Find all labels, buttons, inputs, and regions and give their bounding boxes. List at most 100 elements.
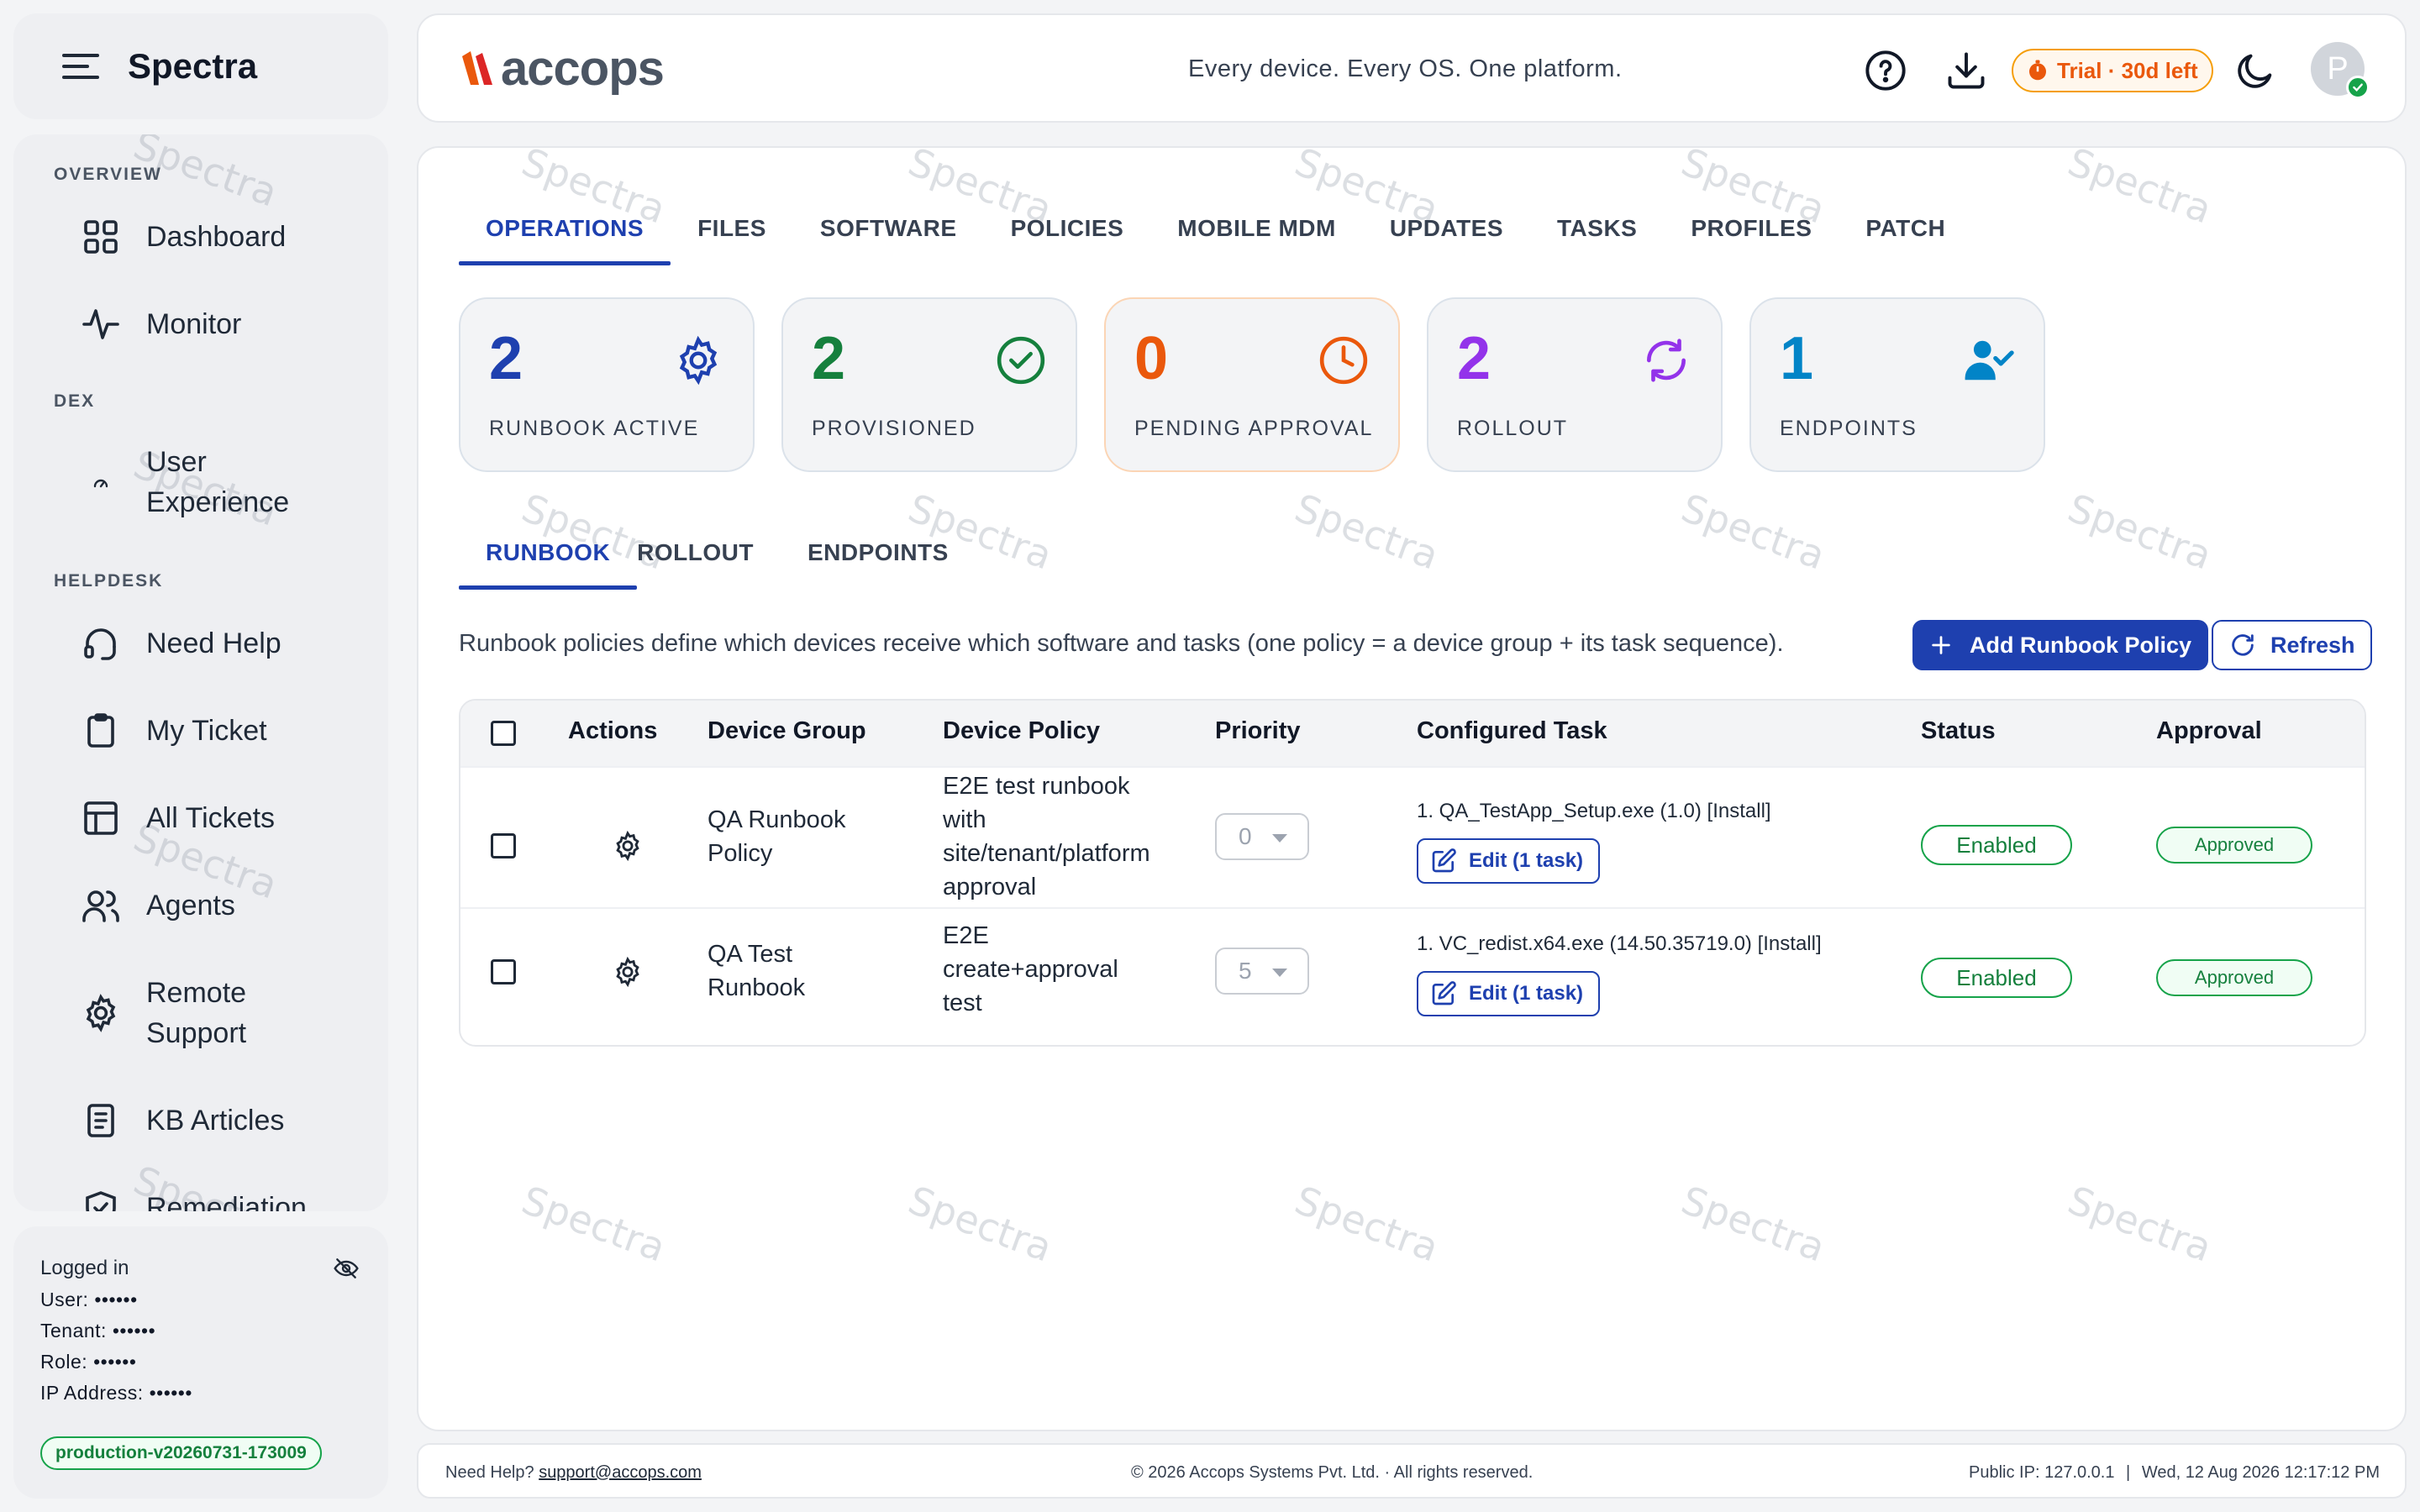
priority-select[interactable]: 5: [1215, 948, 1309, 995]
sidebar-item-my-ticket[interactable]: My Ticket: [81, 711, 267, 751]
hamburger-menu-icon[interactable]: [62, 54, 99, 79]
trial-badge[interactable]: Trial · 30d left: [2012, 49, 2213, 92]
sidebar-item-label: Monitor: [146, 308, 242, 340]
tab-files[interactable]: FILES: [671, 212, 793, 265]
col-status: Status: [1921, 717, 1996, 744]
device-group-cell: QA Runbook Policy: [708, 803, 845, 870]
refresh-button[interactable]: Refresh: [2212, 620, 2372, 670]
login-user: User: ••••••: [40, 1289, 138, 1310]
logo-mark-icon: [462, 50, 492, 85]
select-all-checkbox[interactable]: [491, 721, 516, 746]
stat-card-endpoints[interactable]: 1 ENDPOINTS: [1749, 297, 2045, 472]
table-icon: [81, 798, 121, 838]
tab-policies[interactable]: POLICIES: [984, 212, 1151, 265]
headset-icon: [81, 623, 121, 664]
subtab-endpoints[interactable]: ENDPOINTS: [781, 536, 976, 590]
cell-line: E2E: [943, 922, 989, 949]
tab-tasks[interactable]: TASKS: [1530, 212, 1664, 265]
eye-off-icon[interactable]: [333, 1255, 360, 1282]
trial-label: Trial · 30d left: [2057, 57, 2198, 83]
clock-icon: [1319, 336, 1368, 385]
check-circle-icon: [997, 336, 1045, 385]
watermark: Spectra: [2062, 146, 2218, 233]
stat-value: 0: [1134, 325, 1169, 392]
tab-profiles[interactable]: PROFILES: [1664, 212, 1839, 265]
stat-value: 2: [812, 325, 846, 392]
sidebar-item-user-experience[interactable]: User Experience: [81, 442, 289, 522]
sync-icon: [1647, 339, 1686, 382]
table-row: QA Test Runbook E2E create+approval test…: [460, 907, 2365, 1045]
subtab-rollout[interactable]: ROLLOUT: [637, 536, 781, 590]
avatar-initial: P: [2327, 50, 2349, 87]
support-email-link[interactable]: support@accops.com: [539, 1463, 702, 1482]
tab-software[interactable]: SOFTWARE: [793, 212, 984, 265]
footer-help: Need Help? support@accops.com: [445, 1463, 702, 1483]
sidebar-item-label: KB Articles: [146, 1105, 285, 1137]
stat-card-rollout[interactable]: 2 ROLLOUT: [1427, 297, 1723, 472]
table-header: Actions Device Group Device Policy Prior…: [460, 701, 2365, 766]
sidebar-item-label: Dashboard: [146, 221, 287, 253]
watermark: Spectra: [902, 1177, 1059, 1271]
button-label: Refresh: [2270, 632, 2355, 658]
row-actions-gear-icon[interactable]: [612, 956, 644, 988]
cell-line: with: [943, 806, 986, 833]
row-actions-gear-icon[interactable]: [612, 830, 644, 862]
watermark: Spectra: [2062, 485, 2218, 579]
stopwatch-icon: [2029, 60, 2046, 81]
main-panel: Spectra Spectra Spectra Spectra Spectra …: [417, 146, 2407, 1431]
col-approval: Approval: [2156, 717, 2262, 744]
cell-line: E2E test runbook: [943, 773, 1130, 800]
stat-card-pending-approval[interactable]: 0 PENDING APPROVAL: [1104, 297, 1400, 472]
priority-select[interactable]: 0: [1215, 813, 1309, 860]
avatar[interactable]: P: [2311, 42, 2370, 99]
row-checkbox[interactable]: [491, 833, 516, 858]
download-icon[interactable]: [1944, 49, 1988, 92]
sidebar-item-monitor[interactable]: Monitor: [81, 304, 241, 344]
stat-label: RUNBOOK ACTIVE: [489, 417, 700, 440]
gauge-icon: [81, 462, 121, 502]
subtab-runbook[interactable]: RUNBOOK: [459, 536, 638, 590]
sidebar-item-all-tickets[interactable]: All Tickets: [81, 798, 275, 838]
sidebar-item-remediation[interactable]: Remediation: [81, 1188, 307, 1211]
copyright: © 2026 Accops Systems Pvt. Ltd. · All ri…: [1131, 1463, 1534, 1482]
sidebar-item-remote-support[interactable]: Remote Support: [81, 973, 246, 1053]
button-label: Edit (1 task): [1469, 849, 1584, 872]
sidebar-item-need-help[interactable]: Need Help: [81, 623, 281, 664]
tagline: Every device. Every OS. One platform.: [1188, 55, 1623, 82]
edit-task-button[interactable]: Edit (1 task): [1417, 838, 1601, 884]
section-dex: DEX: [54, 391, 96, 411]
brand-name: Spectra: [128, 46, 258, 86]
col-device-policy: Device Policy: [943, 717, 1100, 744]
cell-line: test: [943, 990, 982, 1016]
stat-value: 2: [1457, 325, 1491, 392]
sidebar-item-dashboard[interactable]: Dashboard: [81, 217, 286, 257]
cell-line: create+approval: [943, 956, 1118, 983]
sub-tabs: RUNBOOK ROLLOUT ENDPOINTS: [459, 536, 976, 593]
tab-mobile-mdm[interactable]: MOBILE MDM: [1150, 212, 1363, 265]
sidebar-item-label: All Tickets: [146, 802, 276, 834]
tab-patch[interactable]: PATCH: [1839, 212, 1972, 265]
sidebar-item-kb-articles[interactable]: KB Articles: [81, 1100, 284, 1141]
dashboard-icon: [81, 217, 121, 257]
stat-label: PENDING APPROVAL: [1134, 417, 1374, 440]
activity-icon: [81, 304, 121, 344]
tab-updates[interactable]: UPDATES: [1363, 212, 1530, 265]
stat-card-runbook-active[interactable]: 2 RUNBOOK ACTIVE: [459, 297, 755, 472]
stat-label: PROVISIONED: [812, 417, 976, 440]
stat-card-provisioned[interactable]: 2 PROVISIONED: [781, 297, 1077, 472]
row-checkbox[interactable]: [491, 959, 516, 984]
gear-icon: [679, 335, 718, 386]
sidebar-item-label: User Experience: [146, 442, 289, 522]
help-icon[interactable]: [1864, 49, 1907, 92]
add-runbook-policy-button[interactable]: Add Runbook Policy: [1912, 620, 2209, 670]
edit-task-button[interactable]: Edit (1 task): [1417, 971, 1601, 1016]
sidebar-item-agents[interactable]: Agents: [81, 885, 235, 926]
stat-label: ROLLOUT: [1457, 417, 1569, 440]
watermark: Spectra: [1676, 485, 1832, 579]
main-tabs: OPERATIONS FILES SOFTWARE POLICIES MOBIL…: [459, 212, 1972, 265]
moon-icon[interactable]: [2233, 49, 2277, 92]
version-badge: production-v20260731-173009: [40, 1436, 322, 1470]
app-root: Spectra Spectra Spectra Spectra Spectra …: [0, 0, 2420, 1512]
watermark: Spectra: [1289, 485, 1445, 579]
tab-operations[interactable]: OPERATIONS: [459, 212, 671, 265]
